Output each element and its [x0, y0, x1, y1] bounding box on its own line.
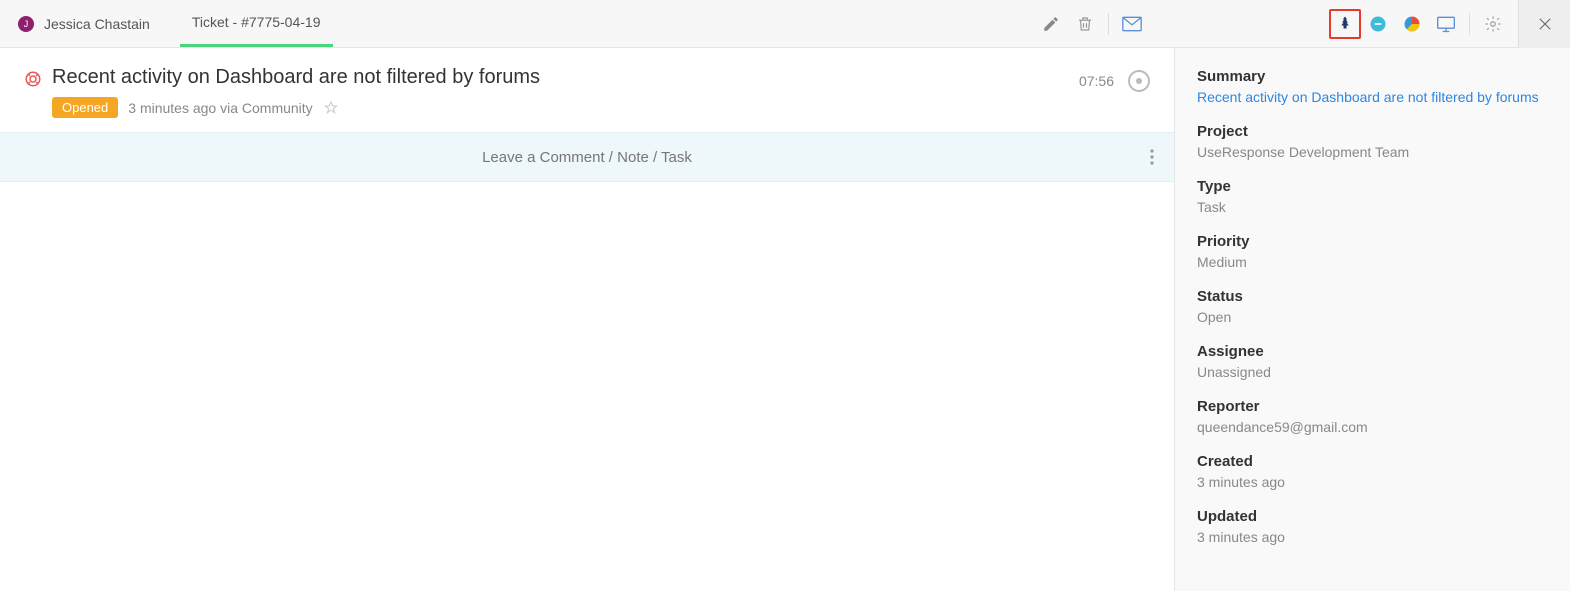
user-avatar[interactable]: J: [18, 16, 34, 32]
edit-icon[interactable]: [1034, 7, 1068, 41]
field-label: Type: [1197, 178, 1548, 195]
chat-bubble-icon[interactable]: [1361, 7, 1395, 41]
ticket-header-right: 07:56: [1079, 66, 1150, 92]
field-label: Assignee: [1197, 343, 1548, 360]
field-value: 3 minutes ago: [1197, 529, 1548, 545]
more-icon[interactable]: [1150, 149, 1154, 165]
field-priority: Priority Medium: [1197, 233, 1548, 270]
field-label: Created: [1197, 453, 1548, 470]
comment-placeholder: Leave a Comment / Note / Task: [482, 149, 692, 166]
mail-icon[interactable]: [1115, 7, 1149, 41]
field-updated: Updated 3 minutes ago: [1197, 508, 1548, 545]
field-label: Updated: [1197, 508, 1548, 525]
details-sidebar: Summary Recent activity on Dashboard are…: [1174, 48, 1570, 591]
summary-link[interactable]: Recent activity on Dashboard are not fil…: [1197, 89, 1548, 105]
field-label: Status: [1197, 288, 1548, 305]
main-panel: Recent activity on Dashboard are not fil…: [0, 48, 1174, 591]
field-value: UseResponse Development Team: [1197, 144, 1548, 160]
field-value: 3 minutes ago: [1197, 474, 1548, 490]
clock-icon[interactable]: [1128, 70, 1150, 92]
ticket-meta: Opened 3 minutes ago via Community: [52, 97, 1079, 118]
field-summary: Summary Recent activity on Dashboard are…: [1197, 68, 1548, 105]
field-label: Priority: [1197, 233, 1548, 250]
field-label: Project: [1197, 123, 1548, 140]
field-assignee: Assignee Unassigned: [1197, 343, 1548, 380]
ticket-header: Recent activity on Dashboard are not fil…: [0, 48, 1174, 132]
field-value: Medium: [1197, 254, 1548, 270]
monitor-icon[interactable]: [1429, 7, 1463, 41]
ticket-title: Recent activity on Dashboard are not fil…: [52, 66, 1079, 89]
ticket-meta-text: 3 minutes ago via Community: [128, 100, 312, 116]
field-label: Reporter: [1197, 398, 1548, 415]
pie-chart-icon[interactable]: [1395, 7, 1429, 41]
comment-bar[interactable]: Leave a Comment / Note / Task: [0, 132, 1174, 182]
divider: [1108, 13, 1109, 35]
field-project: Project UseResponse Development Team: [1197, 123, 1548, 160]
field-value: Unassigned: [1197, 364, 1548, 380]
field-label: Summary: [1197, 68, 1548, 85]
status-badge: Opened: [52, 97, 118, 118]
close-button[interactable]: [1518, 0, 1570, 48]
field-created: Created 3 minutes ago: [1197, 453, 1548, 490]
topbar-right: [1034, 0, 1570, 47]
user-name: Jessica Chastain: [44, 16, 150, 32]
field-value: Open: [1197, 309, 1548, 325]
field-value: Task: [1197, 199, 1548, 215]
ticket-time: 07:56: [1079, 73, 1114, 89]
jira-icon[interactable]: [1329, 9, 1361, 39]
top-bar: J Jessica Chastain Ticket - #7775-04-19: [0, 0, 1570, 48]
field-status: Status Open: [1197, 288, 1548, 325]
gear-icon[interactable]: [1476, 7, 1510, 41]
field-reporter: Reporter queendance59@gmail.com: [1197, 398, 1548, 435]
star-icon[interactable]: [323, 100, 339, 116]
body: Recent activity on Dashboard are not fil…: [0, 48, 1570, 591]
trash-icon[interactable]: [1068, 7, 1102, 41]
field-value: queendance59@gmail.com: [1197, 419, 1548, 435]
divider: [1469, 13, 1470, 35]
lifering-icon: [24, 70, 42, 88]
tab-ticket[interactable]: Ticket - #7775-04-19: [180, 0, 333, 47]
tab-ticket-label: Ticket - #7775-04-19: [192, 14, 321, 30]
topbar-left: J Jessica Chastain Ticket - #7775-04-19: [0, 0, 333, 47]
field-type: Type Task: [1197, 178, 1548, 215]
